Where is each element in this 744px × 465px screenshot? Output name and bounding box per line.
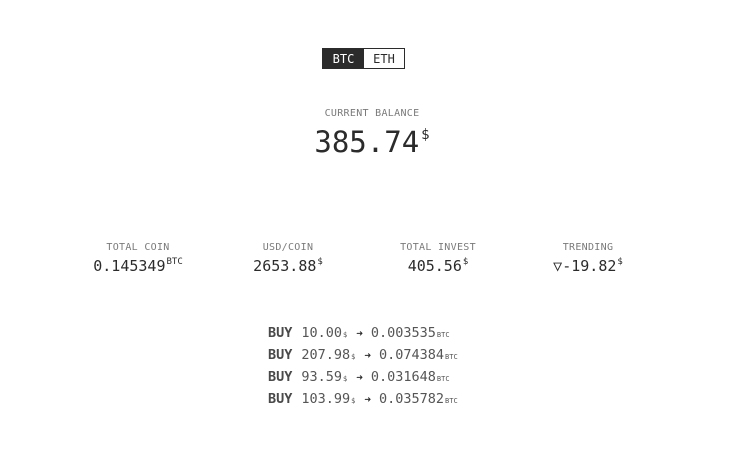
transaction-list: BUY 10.00 $ ➜ 0.003535 BTC BUY 207.98 $ ➜ 0… xyxy=(268,325,458,413)
coin-toggle: BTC ETH xyxy=(322,48,405,69)
stat-trending: TRENDING ▽-19.82$ xyxy=(508,242,668,275)
transaction-usd-unit: $ xyxy=(343,375,348,383)
transaction-row: BUY 103.99 $ ➜ 0.035782 BTC xyxy=(268,391,458,413)
transaction-row: BUY 10.00 $ ➜ 0.003535 BTC xyxy=(268,325,458,347)
stat-total-invest-value: 405.56$ xyxy=(358,253,518,275)
transaction-coin-unit: BTC xyxy=(445,353,458,361)
stat-total-coin-label: TOTAL COIN xyxy=(106,242,170,253)
current-balance-amount: 385.74 xyxy=(314,125,420,159)
coin-toggle-btc[interactable]: BTC xyxy=(323,49,364,68)
stat-usd-per-coin-value: 2653.88$ xyxy=(208,253,368,275)
transaction-coin-unit: BTC xyxy=(436,375,450,383)
transaction-usd-unit: $ xyxy=(351,397,356,405)
stat-trending-amount: ▽-19.82 xyxy=(553,257,617,275)
transaction-coin-amount: 0.003535 xyxy=(370,325,436,341)
arrow-right-icon: ➜ xyxy=(356,371,363,384)
transaction-usd-amount: 93.59 xyxy=(301,369,343,385)
transaction-action: BUY xyxy=(268,325,293,341)
stat-total-invest-amount: 405.56 xyxy=(407,257,462,275)
transaction-usd-amount: 10.00 xyxy=(301,325,343,341)
transaction-coin-amount: 0.074384 xyxy=(379,347,445,363)
transaction-coin-unit: BTC xyxy=(436,331,450,339)
stat-usd-per-coin-label: USD/COIN xyxy=(262,242,314,253)
stat-usd-per-coin-amount: 2653.88 xyxy=(253,257,317,275)
stat-trending-value: ▽-19.82$ xyxy=(508,253,668,275)
stat-usd-per-coin: USD/COIN 2653.88$ xyxy=(208,242,368,275)
transaction-action: BUY xyxy=(268,347,293,363)
stat-trending-unit: $ xyxy=(617,257,623,267)
transaction-coin-amount: 0.031648 xyxy=(370,369,436,385)
stat-total-coin: TOTAL COIN 0.145349BTC xyxy=(58,242,218,275)
stat-total-coin-unit: BTC xyxy=(166,257,183,267)
transaction-action: BUY xyxy=(268,391,293,407)
transaction-usd-amount: 103.99 xyxy=(301,391,351,407)
transaction-coin-amount: 0.035782 xyxy=(379,391,445,407)
transaction-coin-unit: BTC xyxy=(445,397,458,405)
arrow-right-icon: ➜ xyxy=(364,393,372,406)
transaction-usd-unit: $ xyxy=(351,353,356,361)
arrow-right-icon: ➜ xyxy=(356,327,363,340)
stat-trending-label: TRENDING xyxy=(562,242,614,253)
stat-total-invest-label: TOTAL INVEST xyxy=(400,242,476,253)
stat-total-invest-unit: $ xyxy=(462,257,469,267)
transaction-usd-unit: $ xyxy=(343,331,348,339)
transaction-row: BUY 207.98 $ ➜ 0.074384 BTC xyxy=(268,347,458,369)
current-balance-value: 385.74 $ xyxy=(0,118,744,159)
coin-toggle-eth[interactable]: ETH xyxy=(364,49,404,68)
stat-usd-per-coin-unit: $ xyxy=(317,257,323,267)
stat-total-invest: TOTAL INVEST 405.56$ xyxy=(358,242,518,275)
transaction-usd-amount: 207.98 xyxy=(301,347,351,363)
arrow-right-icon: ➜ xyxy=(364,349,372,362)
stat-total-coin-amount: 0.145349 xyxy=(93,257,166,275)
transaction-row: BUY 93.59 $ ➜ 0.031648 BTC xyxy=(268,369,458,391)
stat-total-coin-value: 0.145349BTC xyxy=(58,253,218,275)
transaction-action: BUY xyxy=(268,369,293,385)
current-balance-unit: $ xyxy=(421,127,430,143)
current-balance: CURRENT BALANCE 385.74 $ xyxy=(0,108,744,159)
